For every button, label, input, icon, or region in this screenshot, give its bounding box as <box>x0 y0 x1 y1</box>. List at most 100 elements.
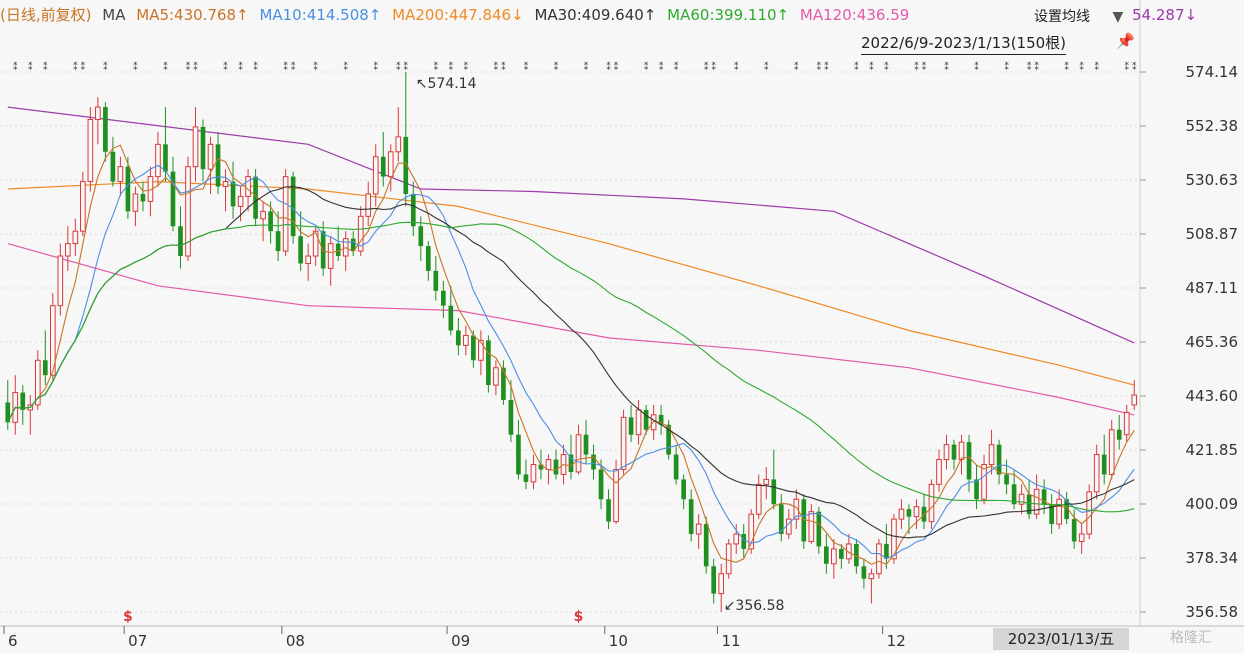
candle-body-down <box>103 107 108 152</box>
candle-body-up <box>1056 498 1062 525</box>
signal-marker: ⁑ <box>13 61 18 73</box>
candle-body-down <box>268 211 273 232</box>
candle-body-down <box>425 246 431 271</box>
candle-body-down <box>516 434 521 475</box>
candle-body-up <box>132 193 139 212</box>
candle-body-up <box>763 478 770 485</box>
candle-body-down <box>951 444 957 460</box>
signal-marker: ⁑ <box>1132 61 1137 73</box>
ma-label: MA <box>102 6 126 24</box>
signal-marker: ⁑ <box>614 61 619 73</box>
candle-body-up <box>868 573 875 580</box>
y-tick-label: 552.38 <box>1186 117 1239 135</box>
candle-body-up <box>463 334 469 346</box>
signal-marker: ⁑ <box>794 61 799 73</box>
candle-body-up <box>237 195 244 207</box>
candle-body-down <box>1101 454 1107 475</box>
y-tick-label: 574.14 <box>1186 63 1239 81</box>
signal-marker: ⁑ <box>1027 61 1032 73</box>
candle-body-up <box>87 119 94 183</box>
candle-body-down <box>456 330 461 346</box>
candle-body-down <box>839 548 844 559</box>
signal-marker: ⁑ <box>524 61 529 73</box>
y-tick-label: 421.85 <box>1186 441 1239 459</box>
candle-body-down <box>824 546 829 564</box>
y-tick-label: 443.60 <box>1186 387 1239 405</box>
candlestick-chart[interactable]: ⁑ ⁑ ⁑ ⁑ ⁑ ⁑ ⁑ ⁑ ⁑ ⁑ ⁑ ⁑ ⁑ ⁑ ⁑ ⁑ ⁑ ⁑ ⁑ ⁑ ⁑ ⁑ ⁑ ⁑ ⁑ ⁑ ⁑ ⁑ ⁑ ⁑ ⁑ ⁑ ⁑ ⁑ ⁑ ⁑ ⁑ ⁑ ⁑ ⁑… <box>0 0 1244 653</box>
signal-marker: ⁑ <box>193 61 198 73</box>
candle-body-down <box>523 474 529 482</box>
ma-settings-button[interactable]: 设置均线 ▼ <box>1030 4 1128 28</box>
dividend-marker: $ <box>123 609 133 625</box>
candle-body-down <box>741 534 747 549</box>
signal-marker: ⁑ <box>494 61 499 73</box>
current-date-box: 2023/01/13/五 <box>993 628 1129 650</box>
signal-marker: ⁑ <box>313 61 318 73</box>
signal-marker: ⁑ <box>283 61 288 73</box>
chart-background <box>0 0 1244 653</box>
candle-body-down <box>125 166 131 212</box>
candle-body-up <box>95 106 101 121</box>
candle-body-up <box>650 414 657 431</box>
signal-marker: ⁑ <box>644 61 649 73</box>
candle-body-up <box>478 339 484 361</box>
candle-body-up <box>530 464 537 483</box>
x-tick-label: 08 <box>286 632 305 650</box>
signal-marker: ⁑ <box>974 61 979 73</box>
candle-body-down <box>598 469 604 500</box>
candle-body-up <box>207 143 214 170</box>
candle-body-down <box>688 499 694 535</box>
candle-body-up <box>831 548 837 565</box>
candle-body-down <box>433 270 439 291</box>
candle-body-down <box>441 290 446 306</box>
ma120-value: MA120:436.59 <box>799 6 910 24</box>
candle-body-down <box>290 176 296 237</box>
signal-marker: ⁑ <box>734 61 739 73</box>
triangle-down-icon: ▼ <box>1112 9 1124 25</box>
candle-body-up <box>1108 429 1115 475</box>
candle-body-down <box>703 524 709 567</box>
ma-settings-label: 设置均线 <box>1034 9 1090 25</box>
signal-marker: ⁑ <box>704 61 709 73</box>
max-price-label: ↖574.14 <box>416 76 477 92</box>
chart-period-label: (日线,前复权) <box>0 6 92 24</box>
candle-body-down <box>771 479 777 505</box>
candle-body-down <box>418 226 424 247</box>
signal-marker: ⁑ <box>501 61 506 73</box>
candle-body-up <box>755 483 762 515</box>
y-tick-label: 465.36 <box>1186 333 1239 351</box>
candle-body-up <box>327 243 334 269</box>
signal-marker: ⁑ <box>1094 61 1099 73</box>
candle-body-down <box>508 399 514 435</box>
signal-marker: ⁑ <box>659 61 664 73</box>
min-price-label: ↙356.58 <box>724 598 785 614</box>
signal-marker: ⁑ <box>824 61 829 73</box>
signal-marker: ⁑ <box>73 61 78 73</box>
y-tick-label: 378.34 <box>1186 549 1239 567</box>
y-tick-label: 356.58 <box>1186 603 1239 621</box>
signal-marker: ⁑ <box>238 61 243 73</box>
candle-body-down <box>275 231 281 252</box>
candle-body-up <box>988 444 995 466</box>
candle-body-up <box>613 468 619 523</box>
signal-marker: ⁑ <box>464 61 469 73</box>
candle-body-up <box>117 166 124 183</box>
candle-body-up <box>718 573 725 595</box>
candle-body-up <box>913 506 920 518</box>
signal-marker: ⁑ <box>253 61 258 73</box>
ma250-value: 54.287↓ <box>1132 6 1198 24</box>
candle-body-down <box>643 409 649 430</box>
candle-body-up <box>943 444 950 461</box>
candle-body-down <box>380 156 386 177</box>
signal-marker: ⁑ <box>922 61 927 73</box>
signal-marker: ⁑ <box>81 61 86 73</box>
candle-body-up <box>72 230 79 245</box>
signal-marker: ⁑ <box>584 61 589 73</box>
pin-icon[interactable]: 📌 <box>1116 32 1135 50</box>
candle-body-down <box>200 126 206 170</box>
candle-body-up <box>192 126 199 168</box>
ma200-value: MA200:447.846↓ <box>392 6 524 24</box>
date-range-label: 2022/6/9-2023/1/13(150根) <box>861 32 1067 55</box>
candle-body-up <box>898 508 905 520</box>
signal-marker: ⁑ <box>674 61 679 73</box>
